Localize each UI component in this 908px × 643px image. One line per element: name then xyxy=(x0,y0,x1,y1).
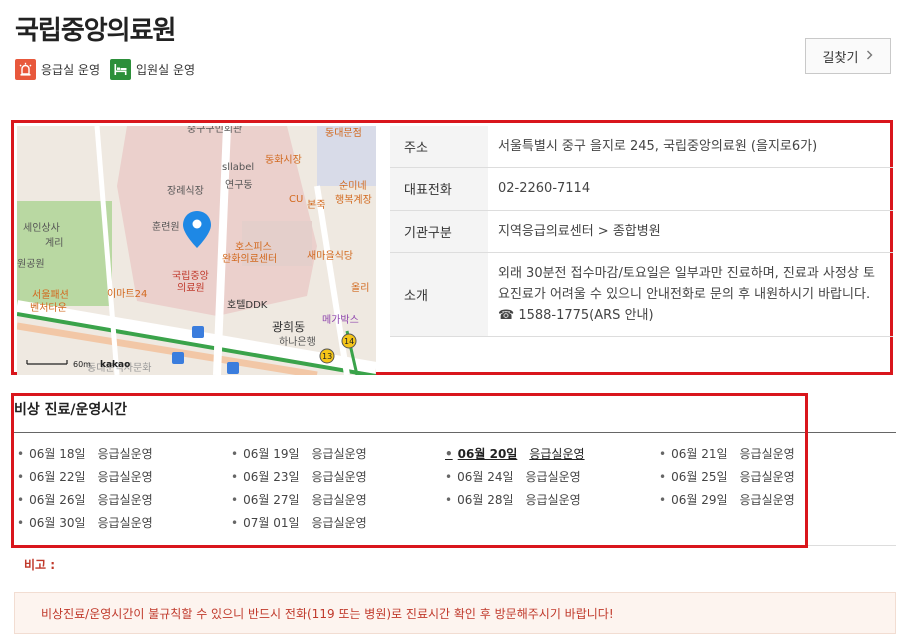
badge-emergency-room: 응급실 운영 xyxy=(15,59,100,80)
remark-label: 비고 : xyxy=(24,558,56,572)
map-label: 올리 xyxy=(351,282,369,294)
chevron-right-icon xyxy=(866,49,873,64)
map-scale-label: 60m xyxy=(73,360,91,369)
directions-button-label: 길찾기 xyxy=(822,50,859,66)
map-label: 의료원 xyxy=(177,282,205,294)
kakao-logo: kakao xyxy=(100,360,130,370)
map-route-badge: 14 xyxy=(344,337,354,346)
map-label: 국립중앙 xyxy=(172,269,209,282)
map-label: CU xyxy=(289,194,303,205)
map-label: 서울패션 xyxy=(32,289,69,301)
map-label: sllabel xyxy=(222,162,254,173)
map-label: 완화의료센터 xyxy=(222,253,277,265)
schedule-highlight xyxy=(11,393,808,548)
map-label: 계리 xyxy=(45,237,63,249)
info-label: 대표전화 xyxy=(390,167,488,211)
map-label: 동대문점 xyxy=(325,127,362,139)
map-label: 벤처타운 xyxy=(30,302,67,314)
map-label: 광희동 xyxy=(272,320,305,334)
map-label: 새마을식당 xyxy=(307,250,353,262)
intro-value: 외래 30분전 접수마감/토요일은 일부과만 진료하며, 진료과 사정상 토요진… xyxy=(488,252,893,337)
info-row-intro: 소개 외래 30분전 접수마감/토요일은 일부과만 진료하며, 진료과 사정상 … xyxy=(390,252,893,337)
map-label: 세인상사 xyxy=(23,222,60,234)
map-label: 중구구민회관 xyxy=(187,126,242,135)
notice-text: 비상진료/운영시간이 불규칙할 수 있으니 반드시 전화(119 또는 병원)로… xyxy=(41,606,614,621)
hospital-name: 국립중앙의료원 xyxy=(15,16,176,46)
badge-inpatient-ward: 입원실 운영 xyxy=(110,59,195,80)
map-label: 원공원 xyxy=(17,258,45,270)
badge-inpatient-ward-label: 입원실 운영 xyxy=(136,63,196,77)
map-label: 메가박스 xyxy=(322,314,359,326)
map-label: 장례식장 xyxy=(167,185,204,197)
info-label: 소개 xyxy=(390,252,488,337)
map-label: 행복계장 xyxy=(335,194,372,206)
address-value: 서울특별시 중구 을지로 245, 국립중앙의료원 (을지로6가) xyxy=(488,126,893,168)
map-label: 이마트24 xyxy=(107,288,147,300)
map-route-badge: 13 xyxy=(322,352,332,361)
map-label: 호텔DDK xyxy=(227,299,268,311)
hospital-info-table: 주소 서울특별시 중구 을지로 245, 국립중앙의료원 (을지로6가) 대표전… xyxy=(390,126,893,337)
bed-icon xyxy=(110,59,132,80)
map-label: 본죽 xyxy=(307,199,325,211)
info-label: 기관구분 xyxy=(390,210,488,253)
map-label: 순미네 xyxy=(339,180,367,192)
badge-emergency-room-label: 응급실 운영 xyxy=(41,63,101,77)
hospital-info-section: 중구구민회관 동대문점 동화시장 sllabel 장례식장 연구동 CU 순미네… xyxy=(11,120,893,375)
phone-value[interactable]: 02-2260-7114 xyxy=(488,167,893,211)
info-row-category: 기관구분 지역응급의료센터 > 종합병원 xyxy=(390,210,893,253)
directions-button[interactable]: 길찾기 xyxy=(805,38,891,74)
map-label: 하나은행 xyxy=(279,335,316,348)
map-label: 동화시장 xyxy=(265,154,302,166)
location-map[interactable]: 중구구민회관 동대문점 동화시장 sllabel 장례식장 연구동 CU 순미네… xyxy=(17,126,376,375)
info-row-address: 주소 서울특별시 중구 을지로 245, 국립중앙의료원 (을지로6가) xyxy=(390,126,893,168)
ambulance-siren-icon xyxy=(15,59,36,80)
category-value: 지역응급의료센터 > 종합병원 xyxy=(488,210,893,253)
notice-banner: 비상진료/운영시간이 불규칙할 수 있으니 반드시 전화(119 또는 병원)로… xyxy=(14,592,896,634)
map-label: 연구동 xyxy=(225,179,253,191)
info-row-phone: 대표전화 02-2260-7114 xyxy=(390,167,893,211)
service-badges: 응급실 운영 입원실 운영 xyxy=(15,59,195,80)
info-label: 주소 xyxy=(390,126,488,168)
map-label: 훈련원 xyxy=(152,220,180,233)
map-label: 호스피스 xyxy=(235,241,272,253)
